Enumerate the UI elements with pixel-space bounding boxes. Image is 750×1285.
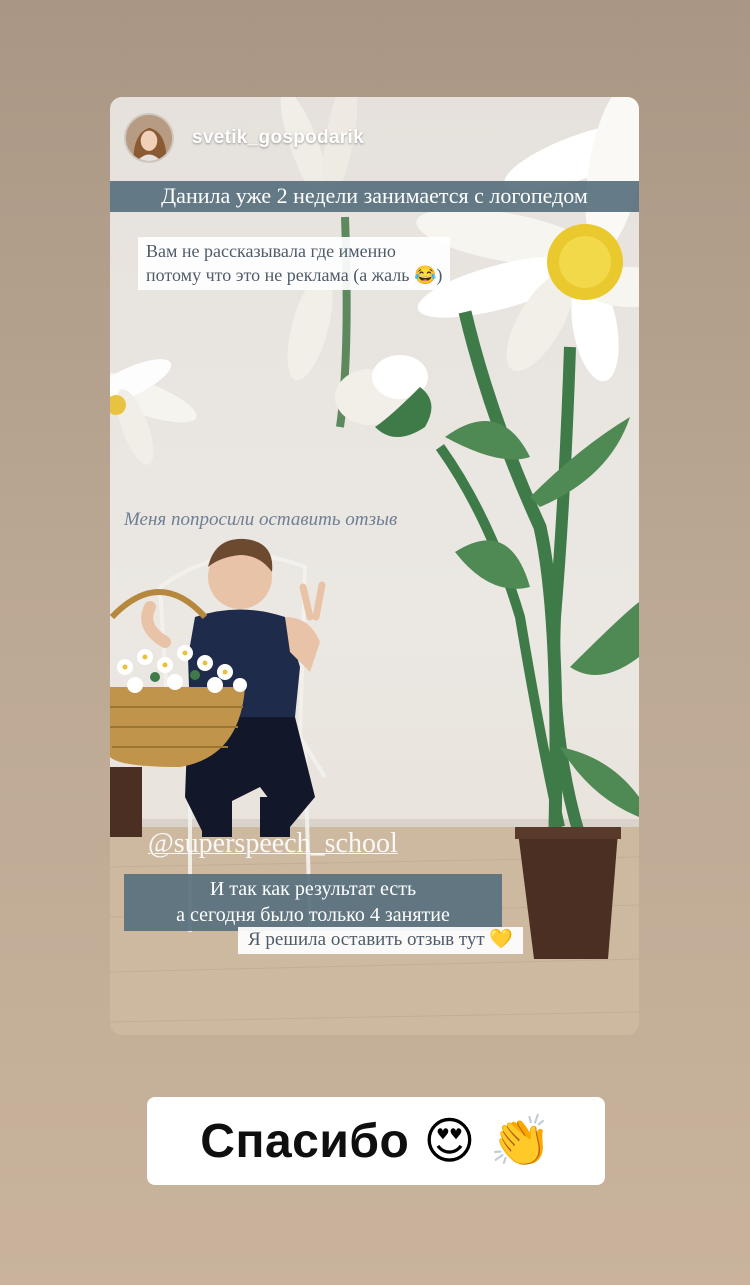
caption-line-2b: потому что это не реклама (а жаль 😂) [146,265,443,286]
caption-line-2a: Вам не рассказывала где именно [146,241,396,261]
story-header: svetik_gospodarik [124,113,364,163]
avatar-photo-icon [126,115,172,161]
story-frame[interactable]: svetik_gospodarik Данила уже 2 недели за… [110,97,639,1035]
clapping-hands-emoji-icon: 👏 [489,1112,552,1170]
caption-line-4a: И так как результат есть [209,878,417,900]
daisy-bud [335,355,432,437]
heart-eyes-emoji-icon: 😍 [423,1112,476,1170]
left-daisy [110,359,197,465]
mention-link[interactable]: @superspeech_school [148,827,398,861]
thanks-sticker: Спасибо 😍 👏 [147,1097,605,1185]
caption-line-4: И так как результат есть а сегодня было … [124,874,502,931]
caption-line-2: Вам не рассказывала где именно потому чт… [138,237,451,290]
profile-avatar[interactable] [124,113,174,163]
thanks-text: Спасибо [200,1114,410,1168]
username[interactable]: svetik_gospodarik [192,127,364,149]
caption-line-1: Данила уже 2 недели занимается с логопед… [110,181,639,213]
caption-line-5: Я решила оставить отзыв тут 💛 [238,927,524,954]
caption-line-4b: а сегодня было только 4 занятие [176,904,450,926]
caption-line-3: Меня попросили оставить отзыв [124,509,398,530]
